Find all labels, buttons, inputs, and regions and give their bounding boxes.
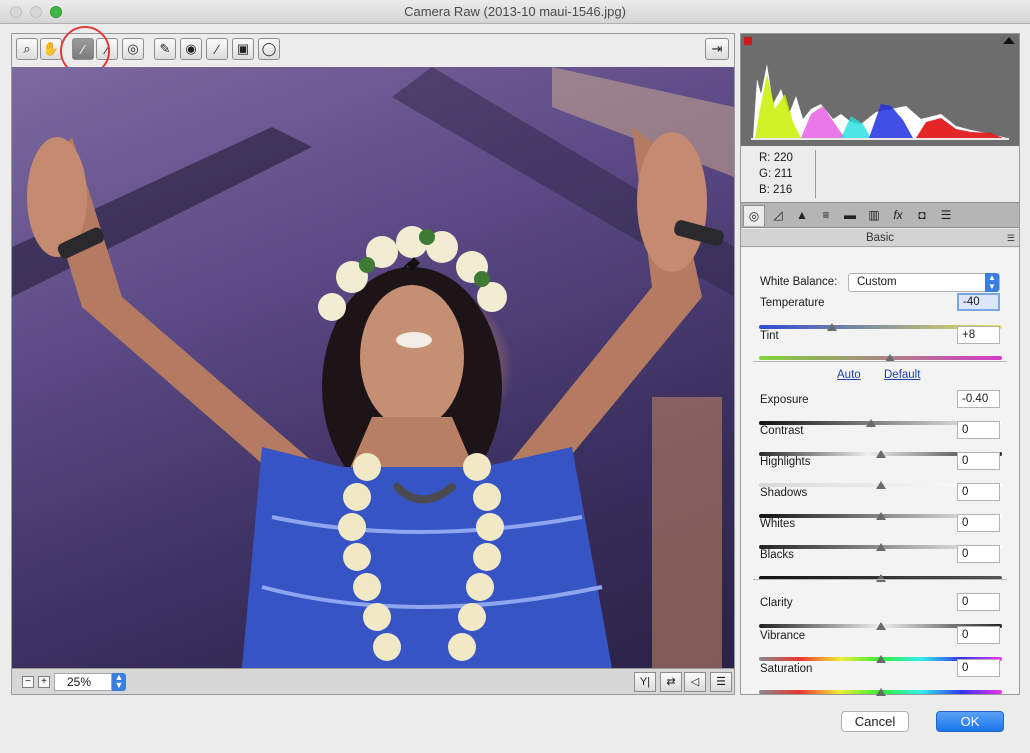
whites-label: Whites	[760, 518, 796, 530]
white-balance-value: Custom	[857, 276, 897, 288]
title-bar: Camera Raw (2013-10 maui-1546.jpg)	[0, 0, 1030, 24]
zoom-level-field[interactable]: 25%	[54, 673, 112, 691]
zoom-level-stepper-icon[interactable]: ▲ ▼	[112, 673, 126, 691]
tab-lens-corrections-icon[interactable]: ▥	[863, 205, 885, 226]
contrast-label: Contrast	[760, 425, 804, 437]
temperature-label: Temperature	[760, 297, 825, 309]
saturation-label: Saturation	[760, 663, 813, 675]
adjustments-pane: R: 220 G: 211 B: 216 ◎ ◿ ▲ ≡ ▬ ▥ fx ◘ ☰ …	[740, 33, 1020, 696]
tab-hsl-icon[interactable]: ≡	[815, 205, 837, 226]
window-title: Camera Raw (2013-10 maui-1546.jpg)	[404, 4, 626, 19]
tint-slider-track[interactable]	[759, 356, 1002, 360]
tab-presets-icon[interactable]: ☰	[935, 205, 957, 226]
highlights-slider-thumb[interactable]	[875, 481, 886, 489]
targeted-adjustment-tool-icon[interactable]: ◎	[122, 38, 144, 60]
tab-camera-calibration-icon[interactable]: ◘	[911, 205, 933, 226]
clarity-label: Clarity	[760, 597, 793, 609]
swap-settings-icon[interactable]: ⇄	[660, 672, 682, 692]
temperature-slider-thumb[interactable]	[826, 323, 837, 331]
blacks-label: Blacks	[760, 549, 794, 561]
histogram-graph	[741, 34, 1019, 146]
panel-tabs: ◎ ◿ ▲ ≡ ▬ ▥ fx ◘ ☰	[741, 202, 1019, 228]
green-readout: G: 211	[759, 168, 793, 180]
vibrance-label: Vibrance	[760, 630, 806, 642]
shadow-clipping-warning-icon[interactable]	[744, 37, 752, 45]
tab-tone-curve-icon[interactable]: ◿	[767, 205, 789, 226]
panel-title: Basic	[865, 232, 895, 244]
exposure-value-field[interactable]: -0.40	[957, 390, 1000, 408]
whites-value-field[interactable]: 0	[957, 514, 1000, 532]
cancel-button[interactable]: Cancel	[841, 711, 909, 732]
photo-illustration	[12, 67, 734, 668]
vibrance-slider-thumb[interactable]	[875, 655, 886, 663]
tab-basic-icon[interactable]: ◎	[743, 205, 765, 226]
rgb-readout: R: 220 G: 211 B: 216	[759, 150, 819, 198]
radial-filter-tool-icon[interactable]: ◯	[258, 38, 280, 60]
shadows-label: Shadows	[760, 487, 808, 499]
section-divider	[753, 361, 1007, 362]
chevron-updown-icon: ▲ ▼	[985, 273, 999, 292]
contrast-slider-thumb[interactable]	[875, 450, 886, 458]
open-preferences-icon[interactable]: ⇥	[705, 38, 729, 60]
temperature-value-field[interactable]: -40	[957, 293, 1000, 311]
tint-value-field[interactable]: +8	[957, 326, 1000, 344]
shadows-value-field[interactable]: 0	[957, 483, 1000, 501]
contrast-value-field[interactable]: 0	[957, 421, 1000, 439]
white-balance-select[interactable]: Custom ▲ ▼	[848, 273, 1000, 292]
before-after-view-icon[interactable]: Y|	[634, 672, 656, 692]
blacks-value-field[interactable]: 0	[957, 545, 1000, 563]
default-link[interactable]: Default	[884, 369, 920, 381]
clarity-slider-thumb[interactable]	[875, 622, 886, 630]
image-preview[interactable]	[11, 67, 735, 668]
tool-bar: ⌕ ✋ ⁄ ⁄ ◎ ✎ ◉ ⁄ ▣ ◯ ⇥	[11, 33, 735, 67]
tab-detail-icon[interactable]: ▲	[791, 205, 813, 226]
blacks-slider-thumb[interactable]	[875, 574, 886, 582]
spot-removal-tool-icon[interactable]: ✎	[154, 38, 176, 60]
saturation-value-field[interactable]: 0	[957, 659, 1000, 677]
panel-menu-icon[interactable]: ☰	[1007, 229, 1015, 247]
highlights-label: Highlights	[760, 456, 811, 468]
zoom-out-icon[interactable]: −	[22, 676, 34, 688]
exposure-label: Exposure	[760, 394, 809, 406]
graduated-filter-tool-icon[interactable]: ▣	[232, 38, 254, 60]
copy-settings-icon[interactable]: ◁	[684, 672, 706, 692]
red-eye-tool-icon[interactable]: ◉	[180, 38, 202, 60]
highlights-value-field[interactable]: 0	[957, 452, 1000, 470]
red-readout: R: 220	[759, 152, 793, 164]
zoom-in-icon[interactable]: +	[38, 676, 50, 688]
basic-panel: White Balance: Custom ▲ ▼ Temperature -40 T…	[741, 248, 1019, 696]
panel-header: Basic ☰	[741, 229, 1019, 247]
white-balance-label: White Balance:	[760, 276, 838, 288]
clarity-value-field[interactable]: 0	[957, 593, 1000, 611]
zoom-tool-icon[interactable]: ⌕	[16, 38, 38, 60]
hand-tool-icon[interactable]: ✋	[40, 38, 62, 60]
auto-link[interactable]: Auto	[837, 369, 861, 381]
toggle-settings-icon[interactable]: ☰	[710, 672, 732, 692]
shadows-slider-thumb[interactable]	[875, 512, 886, 520]
whites-slider-thumb[interactable]	[875, 543, 886, 551]
section-divider	[753, 579, 1007, 580]
blue-readout: B: 216	[759, 184, 793, 196]
readout-divider	[815, 150, 816, 198]
vibrance-value-field[interactable]: 0	[957, 626, 1000, 644]
preview-bottom-bar: − + 25% ▲ ▼ Y| ⇄ ◁ ☰	[11, 668, 735, 695]
histogram	[741, 34, 1019, 146]
exposure-slider-thumb[interactable]	[865, 419, 876, 427]
tab-effects-icon[interactable]: fx	[887, 205, 909, 226]
adjustment-brush-tool-icon[interactable]: ⁄	[206, 38, 228, 60]
ok-button[interactable]: OK	[936, 711, 1004, 732]
tint-label: Tint	[760, 330, 779, 342]
saturation-slider-thumb[interactable]	[875, 688, 886, 696]
tab-split-toning-icon[interactable]: ▬	[839, 205, 861, 226]
